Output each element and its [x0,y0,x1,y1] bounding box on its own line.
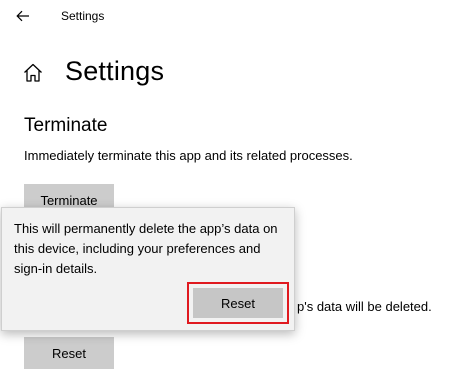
flyout-message: This will permanently delete the app’s d… [14,221,278,276]
home-icon [24,63,42,82]
home-button[interactable] [22,62,44,84]
reset-button[interactable]: Reset [24,337,114,369]
back-button[interactable] [10,5,36,27]
title-bar: Settings [0,0,450,32]
arrow-left-icon [16,10,29,22]
terminate-heading: Terminate [24,115,108,136]
page-title: Settings [65,56,165,86]
reset-description-partial: p's data will be deleted. [297,299,432,314]
terminate-description: Immediately terminate this app and its r… [24,148,353,163]
flyout-reset-button[interactable]: Reset [193,288,283,318]
window-title: Settings [61,9,105,23]
